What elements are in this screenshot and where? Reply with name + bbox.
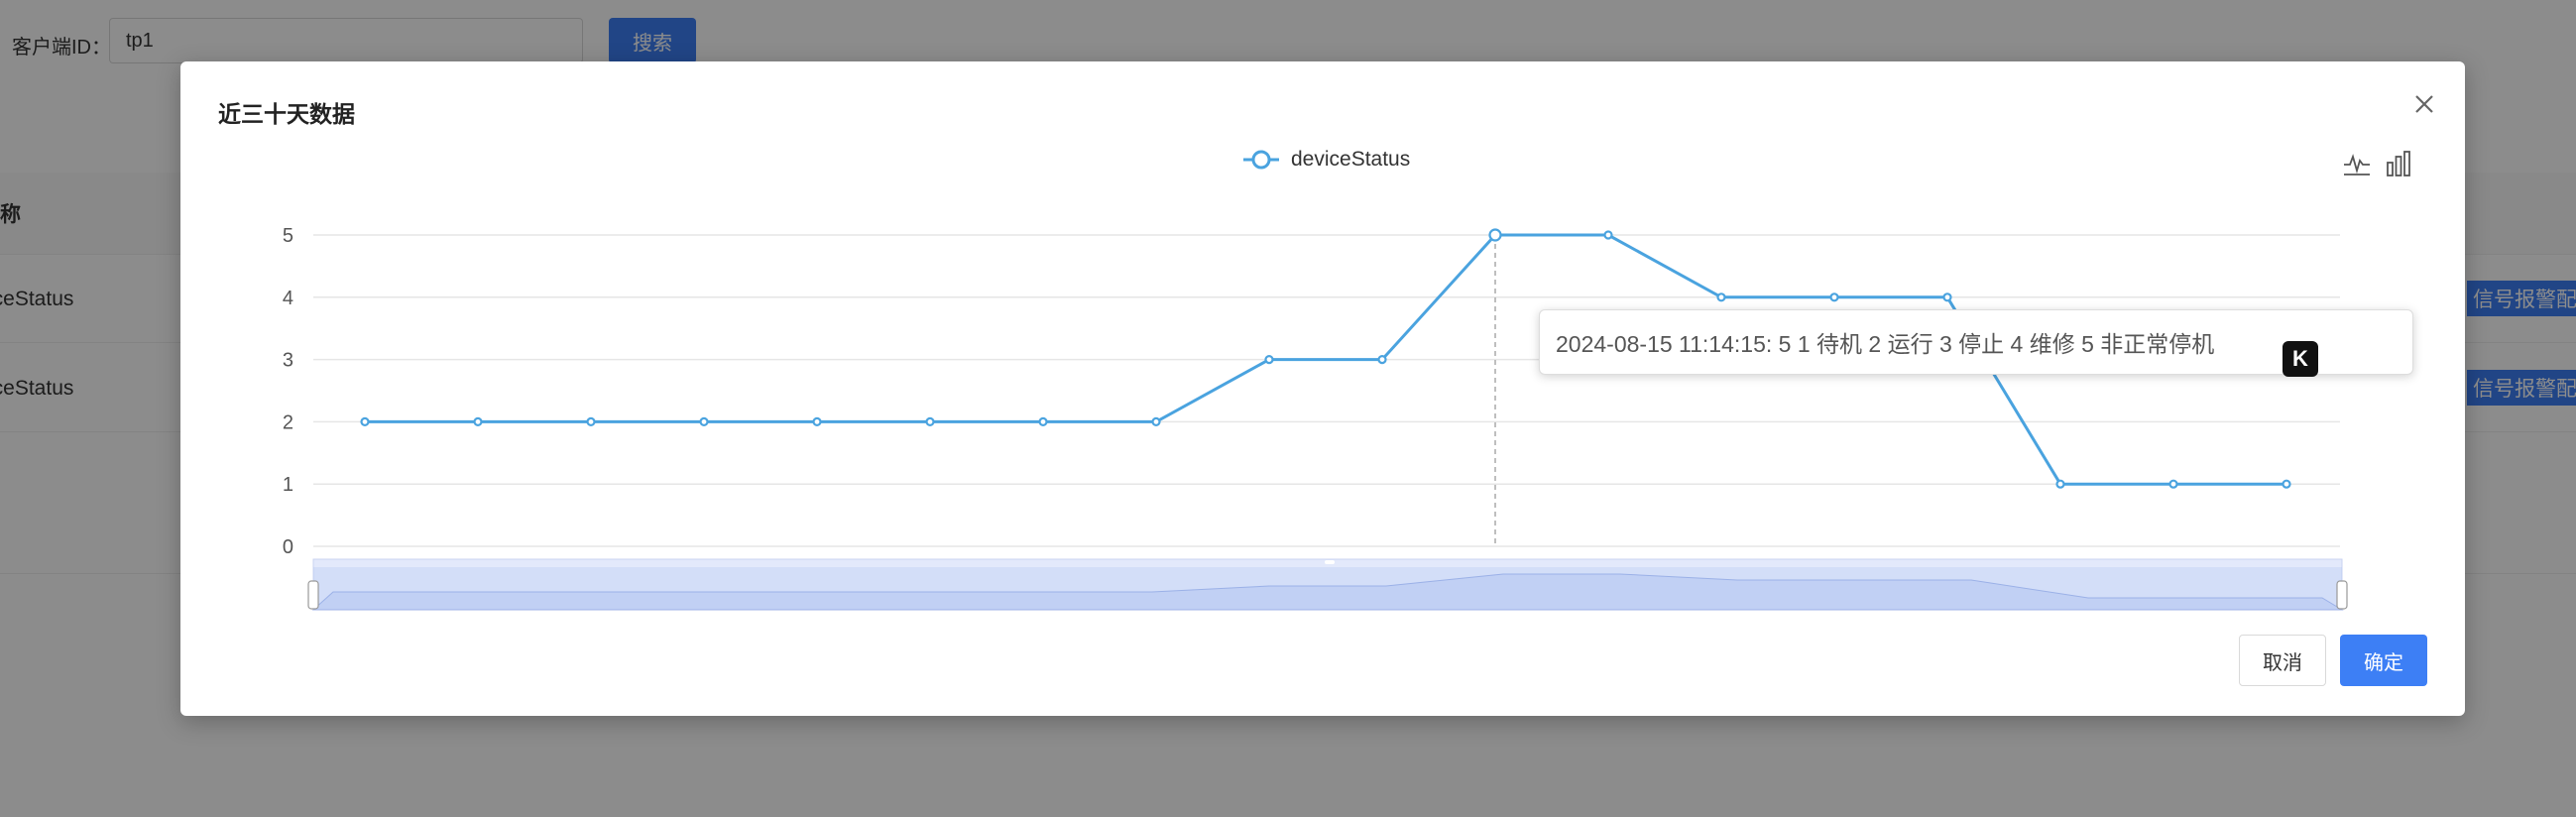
datazoom-handle-left[interactable] [307,580,319,610]
data-point [2282,479,2291,489]
data-point [1488,228,1502,242]
y-tick-label: 5 [283,225,293,247]
data-point [812,416,822,426]
data-point [1151,416,1161,426]
data-point [1377,355,1387,365]
ok-button[interactable]: 确定 [2340,635,2427,686]
cancel-button[interactable]: 取消 [2239,635,2326,686]
data-point [925,416,935,426]
y-tick-label: 1 [283,474,293,496]
datazoom-handle-right[interactable] [2336,580,2348,610]
line-chart[interactable]: 0 1 2 3 4 5 [180,61,2465,716]
data-point [586,416,596,426]
y-tick-label: 0 [283,536,293,558]
datazoom-drag-grip [1325,560,1335,564]
k-badge[interactable]: K [2283,341,2318,377]
datazoom-selection [313,567,2342,610]
data-point [2168,479,2178,489]
data-point [1716,292,1726,302]
data-point [1264,355,1274,365]
y-tick-label: 3 [283,350,293,372]
data-point [1603,230,1613,240]
y-tick-label: 4 [283,288,293,309]
data-point [1038,416,1048,426]
data-point [699,416,709,426]
chart-modal: 近三十天数据 deviceStatus 012345 2024-08-15 11… [180,61,2465,716]
y-tick-label: 2 [283,411,293,433]
data-point [1829,292,1839,302]
data-point [360,416,370,426]
data-point [473,416,483,426]
data-point [2055,479,2065,489]
data-point [1942,292,1952,302]
